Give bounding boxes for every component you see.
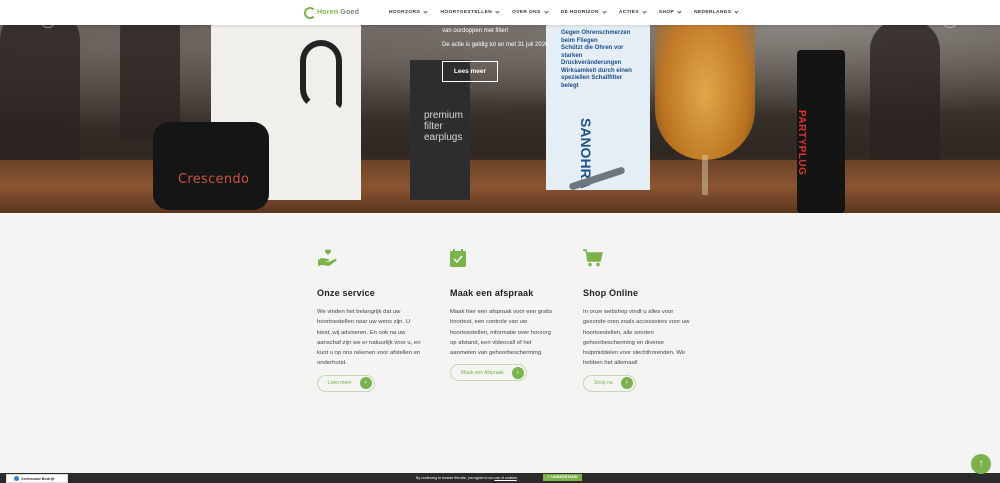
menu-item-hoortoestellen[interactable]: HOORTOESTELLEN <box>440 9 500 15</box>
product-case <box>153 122 269 210</box>
service-read-more-button[interactable]: Lees meer › <box>317 374 375 392</box>
feature-title: Maak een afspraak <box>450 288 534 298</box>
menu-item-over-ons[interactable]: OVER ONS <box>512 9 549 15</box>
feature-appointment: Maak een afspraak Maak hier een afspraak… <box>450 249 558 382</box>
read-more-button[interactable]: Lees meer <box>442 61 498 82</box>
main-menu: HOORZORG HOORTOESTELLEN OVER ONS DE HOOR… <box>389 0 751 25</box>
ear-icon <box>300 40 342 110</box>
feature-shop: Shop Online In onze webshop vindt u alle… <box>583 249 691 392</box>
shopping-cart-icon <box>583 249 691 271</box>
make-appointment-button[interactable]: Maak een Afspraak › <box>450 364 527 382</box>
menu-item-de-hoorizon[interactable]: DE HOORIZON <box>561 9 607 15</box>
hand-heart-icon <box>317 249 425 271</box>
feature-description: In onze webshop vindt u alles voor gezon… <box>583 309 690 367</box>
logo-text: Horen Goed <box>317 9 360 16</box>
button-label: Lees meer <box>328 380 352 387</box>
features-section: Onze service We vinden het belangrijk da… <box>0 213 1000 473</box>
button-label: Maak een Afspraak <box>461 369 504 376</box>
cookie-policy-link[interactable]: use of cookies <box>494 476 516 480</box>
feature-description: Maak hier een afspraak voor een gratis h… <box>450 309 553 357</box>
product-box-blue <box>546 0 650 190</box>
crowd-silhouette <box>0 10 80 170</box>
arrow-up-icon[interactable]: ↑ <box>971 454 991 474</box>
trust-badge-label: Vertrouwd Bedrijf <box>21 476 55 481</box>
promo-text: van oordoppen met filter! <box>442 28 509 34</box>
crowd-silhouette <box>870 20 940 170</box>
arrow-right-icon: › <box>359 377 372 390</box>
feature-title: Onze service <box>317 288 375 298</box>
check-badge-icon <box>14 476 19 481</box>
cookie-message: By continuing to browse this site, you a… <box>416 476 518 480</box>
cookie-accept-button[interactable]: ✓ UNDERSTAND <box>543 474 582 481</box>
hero-banner: Crescendo premium filter earplugs Gegen … <box>0 0 1000 213</box>
case-brand-text: Crescendo <box>178 172 250 187</box>
menu-item-language[interactable]: NEDERLANDS <box>694 9 740 15</box>
feature-description: We vinden het belangrijk dat uw hoortoes… <box>317 309 421 367</box>
calendar-check-icon <box>450 249 558 271</box>
tube-brand-text: PARTYPLUG <box>796 110 807 176</box>
wooden-table <box>0 160 1000 213</box>
chevron-down-icon <box>642 9 647 14</box>
arrow-right-icon: › <box>620 377 633 390</box>
chevron-down-icon <box>677 9 682 14</box>
chevron-down-icon <box>423 9 429 14</box>
menu-item-hoorzorg[interactable]: HOORZORG <box>389 9 429 15</box>
glass-stem <box>702 155 708 195</box>
chevron-down-icon <box>495 9 500 14</box>
filter-box-text: premium filter earplugs <box>424 110 463 143</box>
site-logo[interactable]: Horen Goed <box>304 7 360 19</box>
arrow-right-icon: › <box>511 366 524 379</box>
chevron-down-icon <box>543 9 549 14</box>
feature-title: Shop Online <box>583 288 639 298</box>
chevron-down-icon <box>734 9 740 14</box>
chevron-down-icon <box>602 9 607 14</box>
button-label: Shop nu <box>594 380 613 387</box>
top-navigation: Horen Goed HOORZORG HOORTOESTELLEN OVER … <box>0 0 1000 25</box>
blue-box-text: Gegen Ohrenschmerzen beim Fliegen Schütz… <box>561 30 632 89</box>
cookie-bar: By continuing to browse this site, you a… <box>0 473 1000 483</box>
feature-service: Onze service We vinden het belangrijk da… <box>317 249 425 392</box>
menu-item-acties[interactable]: ACTIES <box>619 9 647 15</box>
promo-validity: De actie is geldig tot en met 31 juli 20… <box>442 42 551 48</box>
logo-icon <box>304 7 316 19</box>
trust-badge[interactable]: Vertrouwd Bedrijf <box>6 474 68 483</box>
menu-item-shop[interactable]: SHOP <box>659 9 682 15</box>
shop-now-button[interactable]: Shop nu › <box>583 374 636 392</box>
